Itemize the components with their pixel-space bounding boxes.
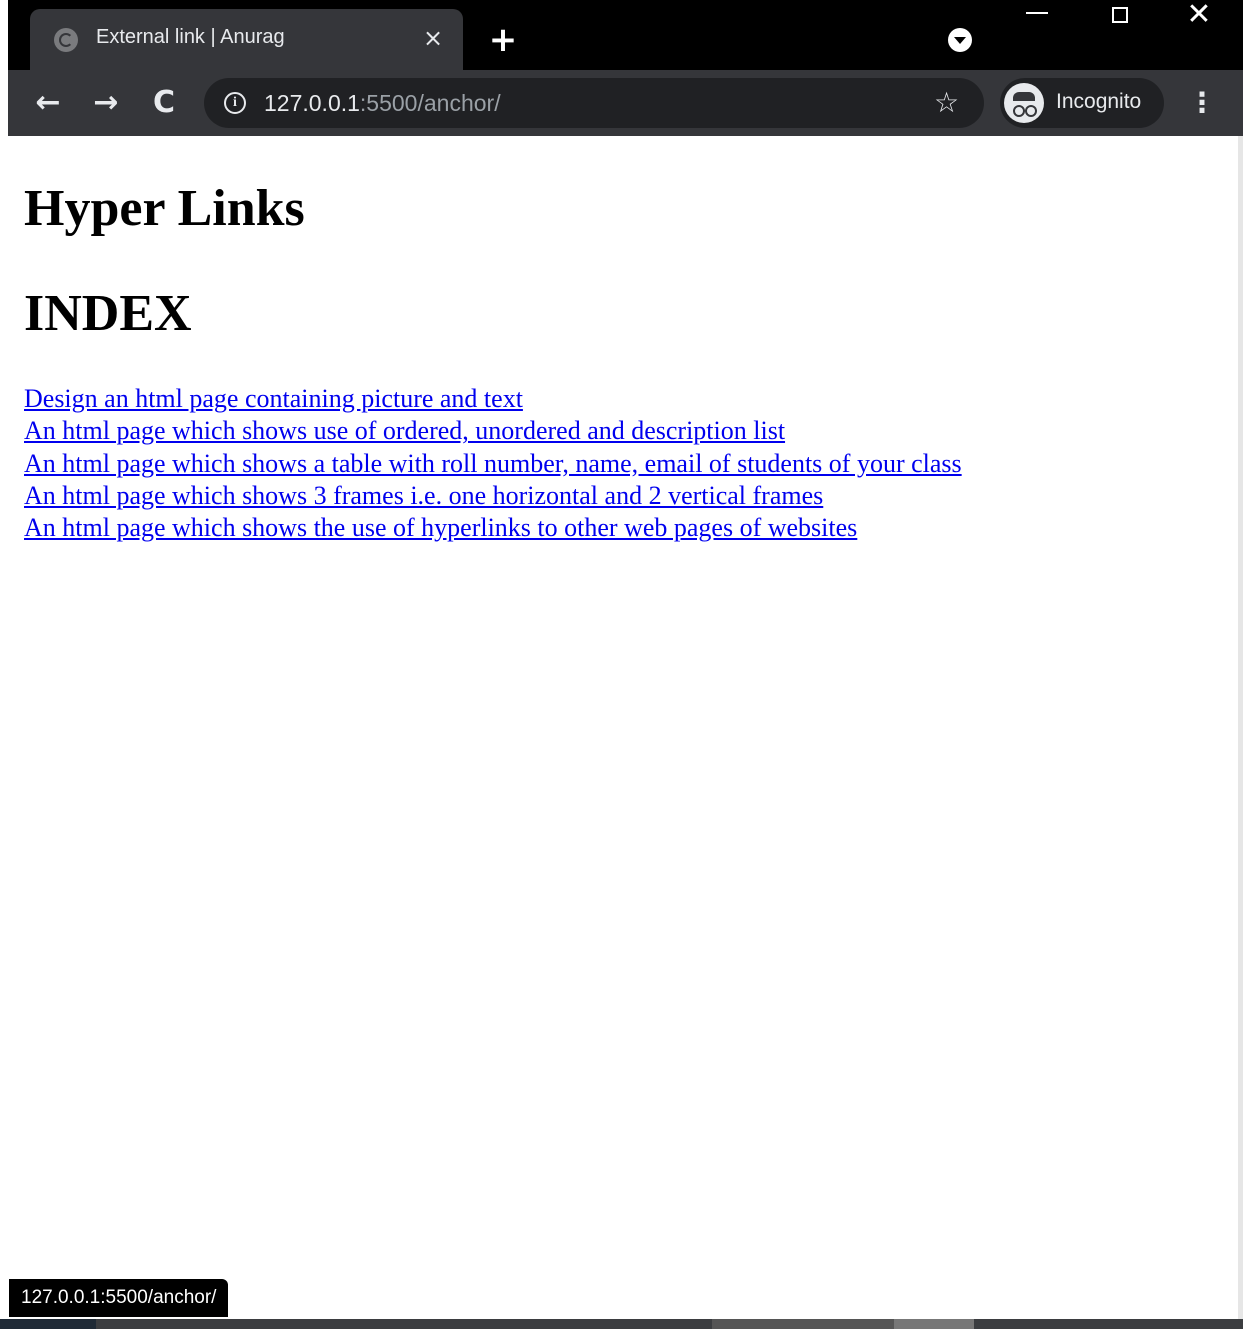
- taskbar-segment: [712, 1319, 894, 1329]
- maximize-button[interactable]: [1112, 7, 1128, 23]
- tab-title: External link | Anurag: [96, 26, 285, 48]
- back-button[interactable]: ←: [30, 85, 66, 121]
- tab-close-button[interactable]: ×: [420, 23, 446, 53]
- status-url-tooltip: 127.0.0.1:5500/anchor/: [9, 1279, 229, 1317]
- browser-tab[interactable]: External link | Anurag ×: [30, 9, 463, 70]
- link-student-table[interactable]: An html page which shows a table with ro…: [24, 448, 962, 480]
- link-list: Design an html page containing picture a…: [24, 383, 962, 544]
- forward-button[interactable]: →: [88, 85, 124, 121]
- link-lists[interactable]: An html page which shows use of ordered,…: [24, 415, 962, 447]
- site-info-icon[interactable]: i: [224, 92, 246, 114]
- minimize-button[interactable]: [1026, 12, 1048, 14]
- address-bar[interactable]: i 127.0.0.1:5500/anchor/ ☆: [204, 78, 984, 128]
- url-path: :5500/anchor/: [359, 90, 501, 116]
- browser-menu-icon[interactable]: ⋮: [1188, 84, 1216, 122]
- page-title: Hyper Links: [24, 180, 305, 237]
- window-edge: [1238, 136, 1243, 1319]
- taskbar-segment: [894, 1319, 974, 1329]
- address-url[interactable]: 127.0.0.1:5500/anchor/: [264, 90, 501, 117]
- link-picture-text[interactable]: Design an html page containing picture a…: [24, 383, 962, 415]
- bookmark-star-icon[interactable]: ☆: [934, 86, 959, 120]
- browser-tab-strip: External link | Anurag × + ✕: [8, 0, 1243, 70]
- taskbar-segment: [0, 1319, 96, 1329]
- reload-button[interactable]: C: [146, 85, 182, 121]
- new-tab-button[interactable]: +: [486, 23, 520, 59]
- index-heading: INDEX: [24, 285, 192, 342]
- taskbar: [0, 1319, 1243, 1329]
- url-host: 127.0.0.1: [264, 90, 360, 116]
- incognito-label: Incognito: [1056, 90, 1142, 113]
- link-frames[interactable]: An html page which shows 3 frames i.e. o…: [24, 480, 962, 512]
- browser-toolbar: ← → C i 127.0.0.1:5500/anchor/ ☆ Incogni…: [8, 70, 1243, 136]
- page-content: Hyper Links INDEX Design an html page co…: [8, 136, 1238, 1319]
- window-close-button[interactable]: ✕: [1184, 0, 1214, 30]
- globe-icon: [54, 28, 78, 52]
- incognito-icon: [1004, 83, 1044, 123]
- incognito-profile-button[interactable]: Incognito: [1000, 78, 1164, 128]
- link-hyperlinks[interactable]: An html page which shows the use of hype…: [24, 512, 962, 544]
- tab-search-icon[interactable]: [948, 28, 972, 52]
